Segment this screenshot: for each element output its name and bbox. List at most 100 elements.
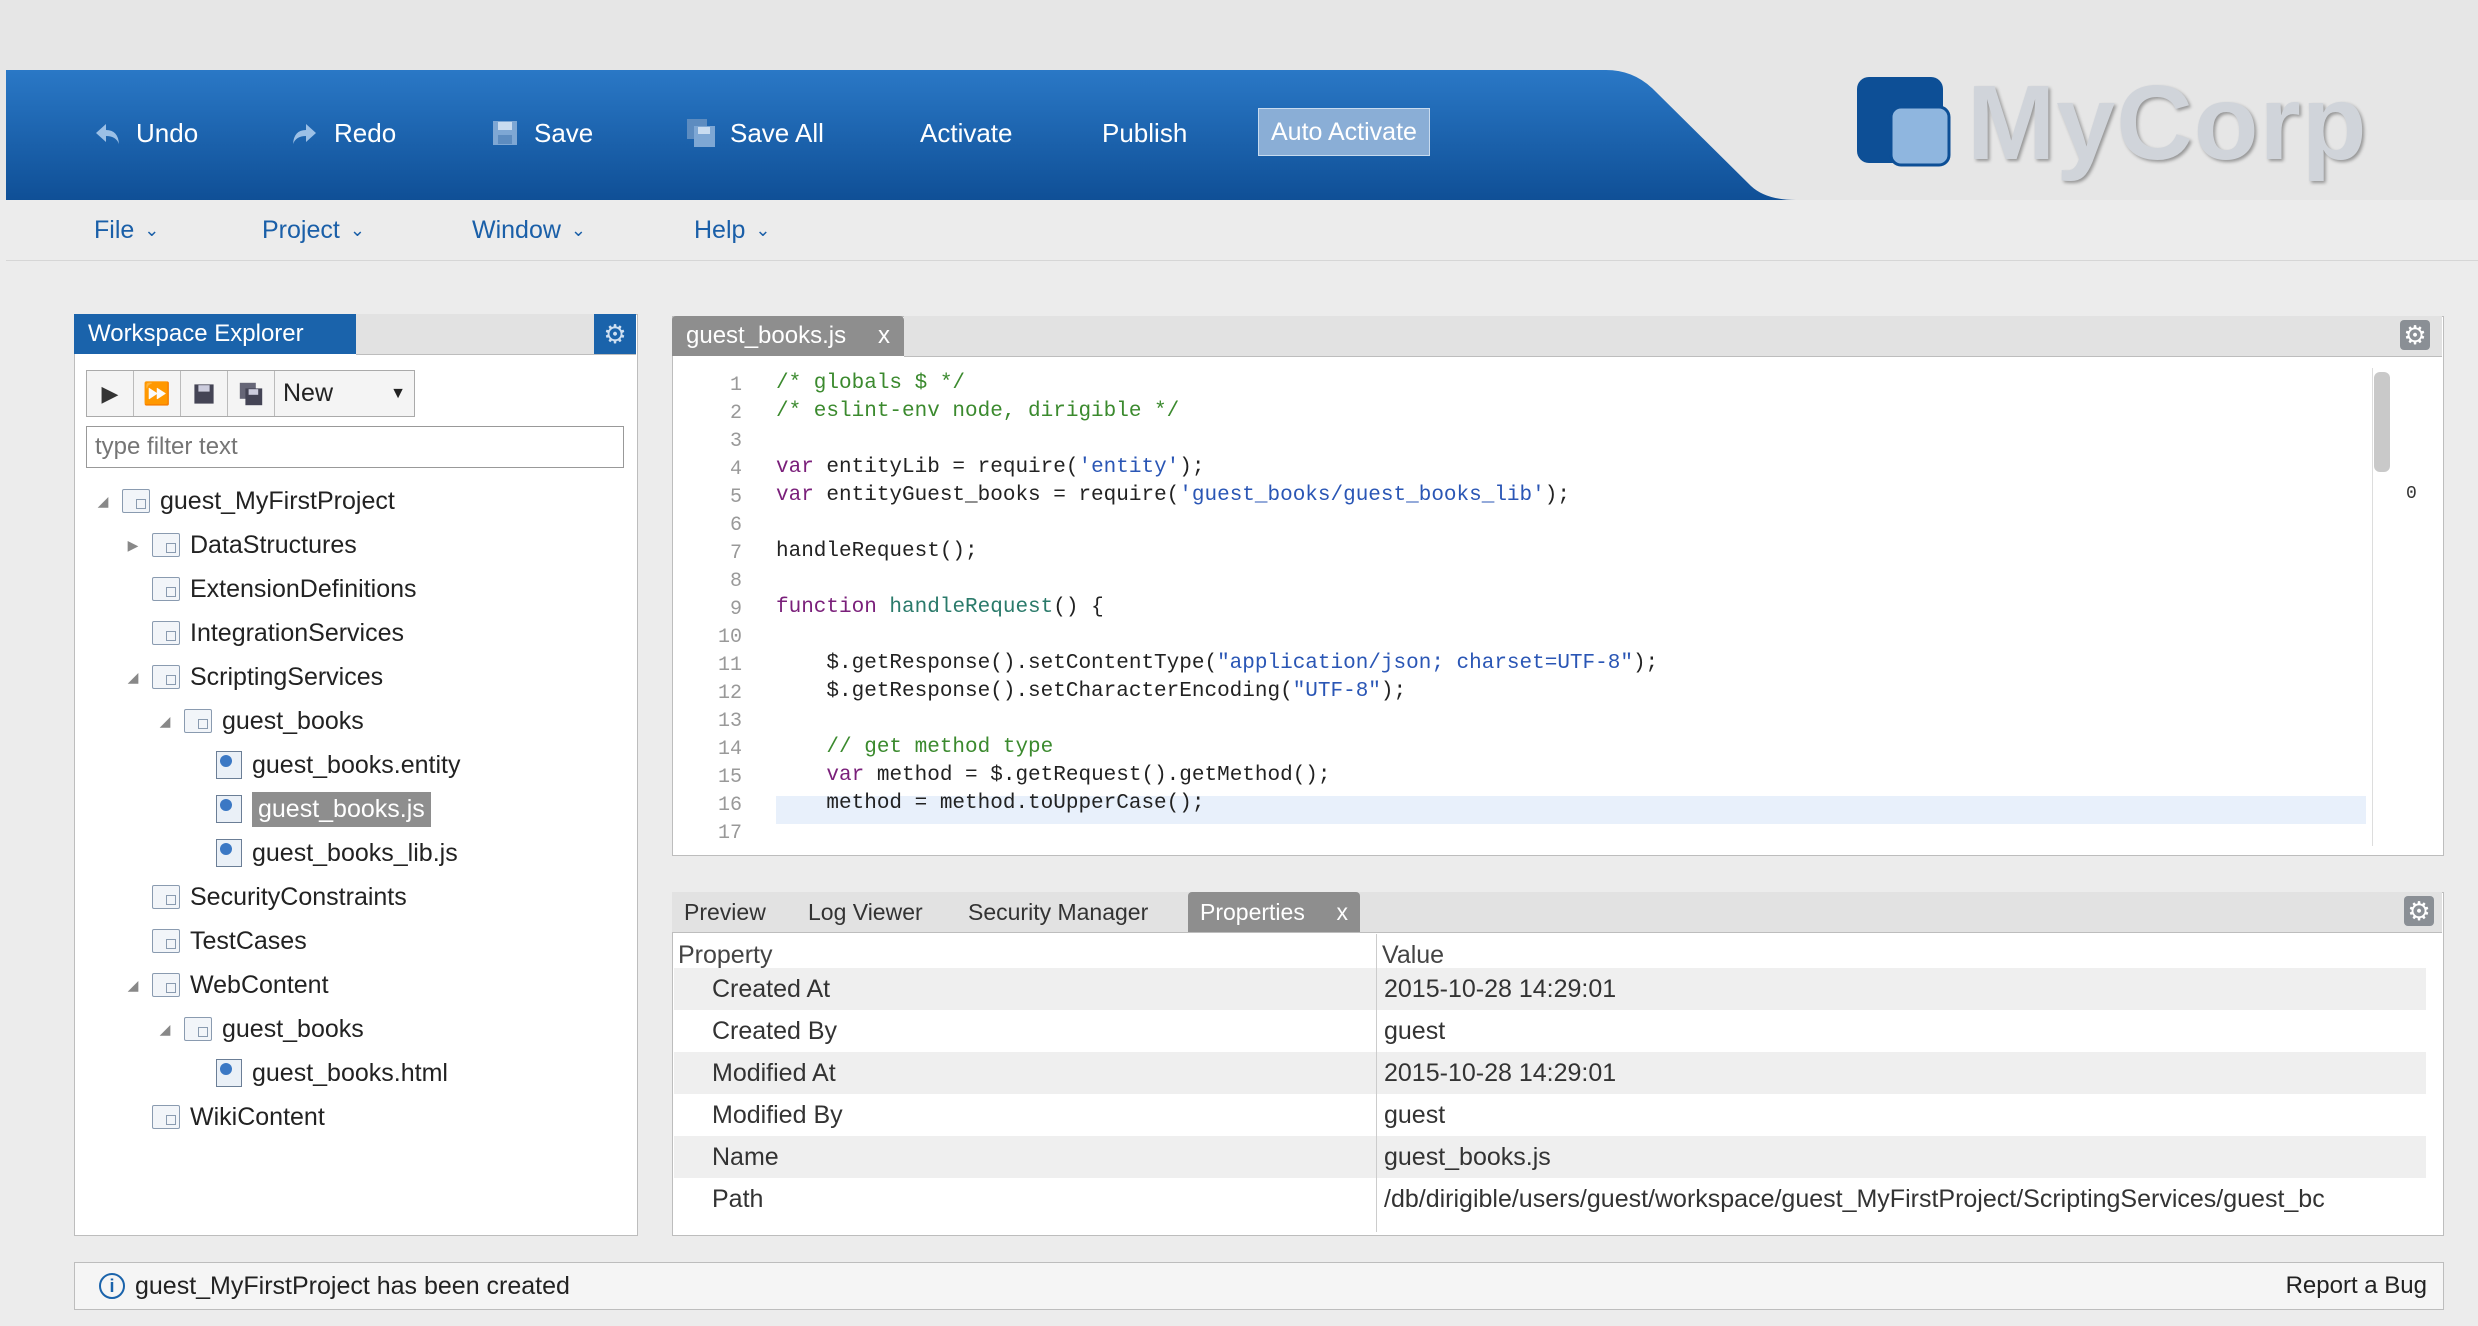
collapse-arrow-icon[interactable]: ◢ [156,1021,174,1038]
brand-logo: MyCorp [1855,64,2368,182]
tree-item[interactable]: ◢ ScriptingServices [124,657,384,697]
new-label: New [283,379,334,407]
folder-icon [152,577,180,601]
tree-item[interactable]: guest_books.entity [188,745,460,785]
collapse-arrow-icon[interactable]: ◢ [124,977,142,994]
column-divider[interactable] [1376,934,1377,1232]
table-row[interactable]: Modified By guest [674,1094,2426,1136]
save-button[interactable]: Save [490,108,593,158]
chevron-down-icon: ⌄ [349,220,365,240]
save-all-button[interactable]: Save All [686,108,824,158]
tab-security-manager-label: Security Manager [968,898,1149,925]
line-number: 17 [717,822,742,845]
line-number: 12 [717,682,742,705]
tree-item[interactable]: ◢ guest_books [156,1009,364,1049]
folder-icon [152,885,180,909]
code-editor[interactable]: 1 2 3 4 5 6 7 8 9 10 11 12 13 14 15 16 1… [678,362,2378,848]
tree-item[interactable]: ◢ WebContent [124,965,329,1005]
tab-security-manager[interactable]: Security Manager [968,892,1148,932]
save-label: Save [534,117,594,148]
menu-help[interactable]: Help ⌄ [694,216,771,245]
html-file-icon [216,1059,242,1087]
editor-tab-label: guest_books.js [686,322,847,349]
collapse-arrow-icon[interactable]: ◢ [94,493,112,510]
tab-properties-label: Properties [1200,898,1305,925]
redo-button[interactable]: Redo [290,108,396,158]
publish-label: Publish [1102,117,1188,148]
property-name: Modified By [712,1100,843,1129]
line-number: 7 [729,542,742,565]
tree-item[interactable]: WikiContent [124,1097,325,1137]
property-name: Modified At [712,1058,836,1087]
tree-item[interactable]: SecurityConstraints [124,877,407,917]
chevron-down-icon: ⌄ [144,220,160,240]
publish-button[interactable]: Publish [1102,108,1187,158]
menu-file[interactable]: File ⌄ [94,216,159,245]
tab-properties[interactable]: Properties x [1188,892,1360,932]
line-number: 14 [717,738,742,761]
line-number: 13 [717,710,742,733]
expand-arrow-icon[interactable]: ▶ [124,537,142,554]
table-row[interactable]: Name guest_books.js [674,1136,2426,1178]
code-line: method = method.toUpperCase(); [776,792,1205,815]
tree-item-label: SecurityConstraints [190,882,407,911]
column-header-property: Property [678,940,773,969]
folder-icon [152,929,180,953]
menu-project[interactable]: Project ⌄ [262,216,365,245]
gear-icon[interactable]: ⚙ [2404,896,2434,926]
auto-activate-label: Auto Activate [1271,117,1417,146]
explorer-toolbar: ▶ ⏩ New ▼ [86,370,415,417]
tree-item[interactable]: guest_books.html [188,1053,448,1093]
tab-guest-books-js[interactable]: guest_books.js x [672,316,904,356]
code-line: var entityGuest_books = require('guest_b… [776,484,1570,507]
undo-button[interactable]: Undo [92,108,198,158]
line-number: 2 [729,402,742,425]
property-value: /db/dirigible/users/guest/workspace/gues… [1384,1184,2325,1213]
collapse-arrow-icon[interactable]: ◢ [156,713,174,730]
run-button[interactable]: ▶ [87,371,134,416]
run-all-button[interactable]: ⏩ [134,371,181,416]
explorer-save-all-button[interactable] [228,371,275,416]
property-name: Path [712,1184,764,1213]
tab-preview[interactable]: Preview [684,892,766,932]
tree-item[interactable]: ◢ guest_books [156,701,364,741]
new-dropdown[interactable]: New ▼ [275,371,414,416]
menu-window[interactable]: Window ⌄ [472,216,586,245]
tab-log-viewer[interactable]: Log Viewer [808,892,923,932]
menu-help-label: Help [694,216,746,244]
tree-item-label: guest_books.html [252,1058,448,1087]
editor-scrollbar-thumb[interactable] [2374,372,2390,472]
collapse-arrow-icon[interactable]: ◢ [124,669,142,686]
table-row[interactable]: Path /db/dirigible/users/guest/workspace… [674,1178,2426,1220]
explorer-save-button[interactable] [181,371,228,416]
tree-item[interactable]: TestCases [124,921,307,961]
tab-workspace-explorer[interactable]: Workspace Explorer [74,314,356,354]
property-value: guest [1384,1100,1446,1129]
logo-text: MyCorp [1967,63,2368,182]
report-bug-link[interactable]: Report a Bug [2286,1272,2427,1300]
tree-item[interactable]: ▶ DataStructures [124,525,357,565]
auto-activate-toggle[interactable]: Auto Activate [1258,108,1430,156]
tree-item[interactable]: IntegrationServices [124,613,404,653]
close-icon[interactable]: x [878,322,890,350]
tree-item[interactable]: ExtensionDefinitions [124,569,417,609]
line-number: 15 [717,766,742,789]
folder-icon [152,665,180,689]
chevron-down-icon: ⌄ [755,220,771,240]
activate-button[interactable]: Activate [920,108,1013,158]
close-icon[interactable]: x [1337,899,1349,926]
gear-icon[interactable]: ⚙ [2400,320,2430,350]
editor-tab-strip [904,316,2442,357]
caret-down-icon: ▼ [390,384,406,402]
tree-item[interactable]: ◢ guest_MyFirstProject [94,481,395,521]
tree-item[interactable]: guest_books_lib.js [188,833,458,873]
project-icon [122,489,150,513]
explorer-settings-button[interactable]: ⚙ [594,314,636,354]
table-row[interactable]: Created At 2015-10-28 14:29:01 [674,968,2426,1010]
table-row[interactable]: Modified At 2015-10-28 14:29:01 [674,1052,2426,1094]
filter-input[interactable] [86,426,624,468]
menu-bar [6,200,2478,261]
table-row[interactable]: Created By guest [674,1010,2426,1052]
menu-window-label: Window [472,216,561,244]
tree-item-selected[interactable]: guest_books.js [188,789,431,829]
